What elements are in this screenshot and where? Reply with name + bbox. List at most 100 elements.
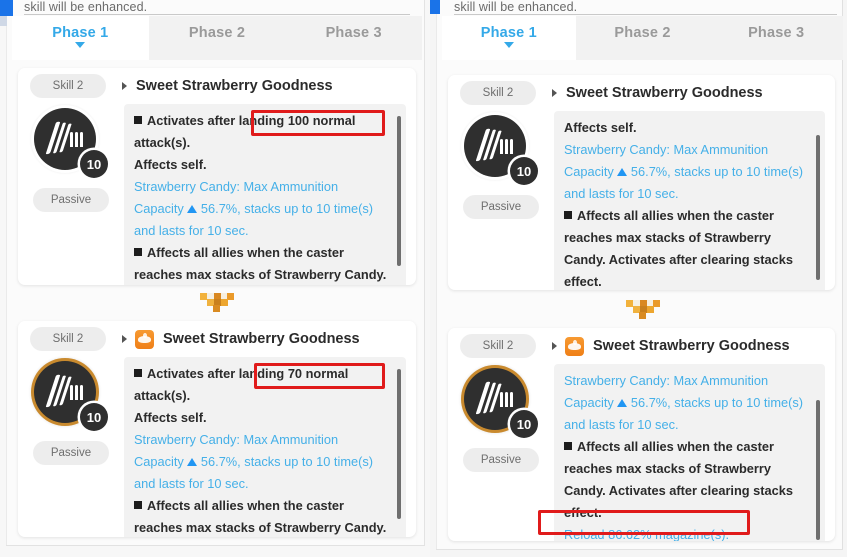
selection-artifact-2 [0, 16, 7, 26]
desc-line: Strawberry Candy: Max Ammunition Capacit… [134, 176, 388, 242]
triangle-up-icon [617, 168, 628, 176]
bullet-square-icon [134, 248, 142, 256]
desc-pre: Activates after landing [147, 366, 288, 381]
ammo-magazine-icon: 10 [32, 106, 110, 178]
chevron-right-icon[interactable] [122, 335, 127, 343]
header-partial-text: skill will be enhanced. [454, 0, 578, 14]
bullet-square-icon [134, 116, 142, 124]
stack-count-badge: 10 [510, 410, 538, 438]
skill-description: Activates after landing 70 normal attack… [124, 357, 406, 537]
ammo-magazine-icon: 10 [462, 366, 540, 438]
magazine-glyph [45, 374, 72, 410]
skill-card-header: Skill 2 Sweet Strawberry Goodness [18, 321, 416, 357]
triangle-up-icon [187, 205, 198, 213]
skill-icon-column: 10 Passive [18, 104, 124, 285]
header-partial-text: skill will be enhanced. [24, 0, 148, 14]
skill-title: Sweet Strawberry Goodness [136, 78, 333, 94]
chevron-down-icon [503, 42, 514, 48]
skill-card-header: Skill 2 Sweet Strawberry Goodness [448, 328, 835, 364]
stack-count-badge: 10 [510, 157, 538, 185]
skill-card-enhanced[interactable]: Skill 2 Sweet Strawberry Goodness 10 Pas… [448, 328, 835, 541]
skill-title: Sweet Strawberry Goodness [593, 338, 790, 354]
strawberry-candy-badge-icon [565, 336, 584, 356]
magazine-glyph [475, 128, 502, 164]
skill-title: Sweet Strawberry Goodness [566, 85, 763, 101]
panel-bottom-divider [436, 549, 843, 550]
skill-card-body: 10 Passive Activates after landing 100 n… [18, 104, 416, 285]
bullets-glyph [500, 139, 518, 155]
skill-card-body: 10 Passive Affects self. Strawberry Cand… [448, 111, 835, 290]
skill-icon-column: 10 Passive [18, 357, 124, 537]
skill-card-base[interactable]: Skill 2 Sweet Strawberry Goodness 10 Pas… [18, 68, 416, 285]
tab-phase-2[interactable]: Phase 2 [149, 16, 286, 60]
description-scrollbar[interactable] [816, 135, 820, 280]
phase-tabs: Phase 1 Phase 2 Phase 3 [442, 16, 843, 60]
desc-text: Affects all allies when the caster reach… [564, 208, 794, 289]
skill-description: Activates after landing 100 normal attac… [124, 104, 406, 285]
tab-phase-3[interactable]: Phase 3 [285, 16, 422, 60]
tab-phase-2-label: Phase 2 [614, 25, 671, 41]
chevron-right-icon[interactable] [552, 89, 557, 97]
skill-slot-pill: Skill 2 [460, 81, 536, 105]
desc-line: Activates after landing 100 normal attac… [134, 110, 388, 154]
phase-tabs: Phase 1 Phase 2 Phase 3 [12, 16, 422, 60]
description-scrollbar[interactable] [397, 116, 401, 266]
desc-line: Strawberry Candy: Max Ammunition Capacit… [564, 139, 807, 205]
skill-card-header: Skill 2 Sweet Strawberry Goodness [18, 68, 416, 104]
desc-line: Affects self. [134, 410, 207, 425]
stack-count-badge: 10 [80, 403, 108, 431]
tab-phase-3-label: Phase 3 [748, 25, 805, 41]
tab-phase-1[interactable]: Phase 1 [442, 16, 576, 60]
chevron-down-icon [75, 42, 86, 48]
chevron-right-icon[interactable] [122, 82, 127, 90]
ammo-magazine-icon: 10 [32, 359, 110, 431]
triangle-up-icon [187, 458, 198, 466]
chevron-right-icon[interactable] [552, 342, 557, 350]
skill-card-header: Skill 2 Sweet Strawberry Goodness [448, 75, 835, 111]
selection-artifact [0, 0, 13, 16]
panel-bottom-divider [6, 545, 425, 546]
skill-card-body: 10 Passive Activates after landing 70 no… [18, 357, 416, 537]
description-scrollbar[interactable] [397, 369, 401, 519]
magazine-glyph [45, 121, 72, 157]
desc-line: Affects all allies when the caster reach… [564, 205, 807, 290]
bullets-glyph [500, 392, 518, 408]
ammo-magazine-icon: 10 [462, 113, 540, 185]
upgrade-arrow-icon [200, 293, 234, 312]
left-panel: skill will be enhanced. Phase 1 Phase 2 … [0, 0, 430, 557]
skill-description: Strawberry Candy: Max Ammunition Capacit… [554, 364, 825, 541]
bullet-square-icon [134, 369, 142, 377]
tab-phase-2[interactable]: Phase 2 [576, 16, 710, 60]
desc-line: Affects all allies when the caster reach… [134, 242, 388, 285]
desc-text: Affects all allies when the caster reach… [134, 245, 387, 282]
skill-type-pill: Passive [463, 195, 539, 219]
bullets-glyph [70, 385, 88, 401]
magazine-glyph [475, 381, 502, 417]
right-panel: skill will be enhanced. Phase 1 Phase 2 … [430, 0, 847, 557]
skill-title: Sweet Strawberry Goodness [163, 331, 360, 347]
description-scrollbar[interactable] [816, 400, 820, 540]
stack-count-badge: 10 [80, 150, 108, 178]
upgrade-arrow-icon [626, 300, 660, 319]
desc-line: Affects all allies when the caster reach… [134, 495, 388, 537]
header-divider [24, 14, 410, 15]
skill-type-pill: Passive [463, 448, 539, 472]
desc-text: Affects all allies when the caster reach… [564, 439, 794, 520]
skill-card-base[interactable]: Skill 2 Sweet Strawberry Goodness 10 Pas… [448, 75, 835, 290]
tab-phase-3[interactable]: Phase 3 [709, 16, 843, 60]
desc-line: Activates after landing 70 normal attack… [134, 363, 388, 407]
skill-description: Affects self. Strawberry Candy: Max Ammu… [554, 111, 825, 290]
desc-line: Strawberry Candy: Max Ammunition Capacit… [134, 429, 388, 495]
skill-card-enhanced[interactable]: Skill 2 Sweet Strawberry Goodness 10 Pas… [18, 321, 416, 537]
desc-line: Affects self. [134, 157, 207, 172]
comparison-view: skill will be enhanced. Phase 1 Phase 2 … [0, 0, 847, 557]
skill-type-pill: Passive [33, 188, 109, 212]
desc-line: Strawberry Candy: Max Ammunition Capacit… [564, 370, 807, 436]
tab-phase-3-label: Phase 3 [325, 25, 382, 41]
bullet-square-icon [564, 211, 572, 219]
tab-phase-2-label: Phase 2 [188, 25, 246, 41]
tab-phase-1-label: Phase 1 [480, 25, 537, 41]
bullet-square-icon [564, 442, 572, 450]
skill-icon-column: 10 Passive [448, 111, 554, 290]
tab-phase-1[interactable]: Phase 1 [12, 16, 149, 60]
